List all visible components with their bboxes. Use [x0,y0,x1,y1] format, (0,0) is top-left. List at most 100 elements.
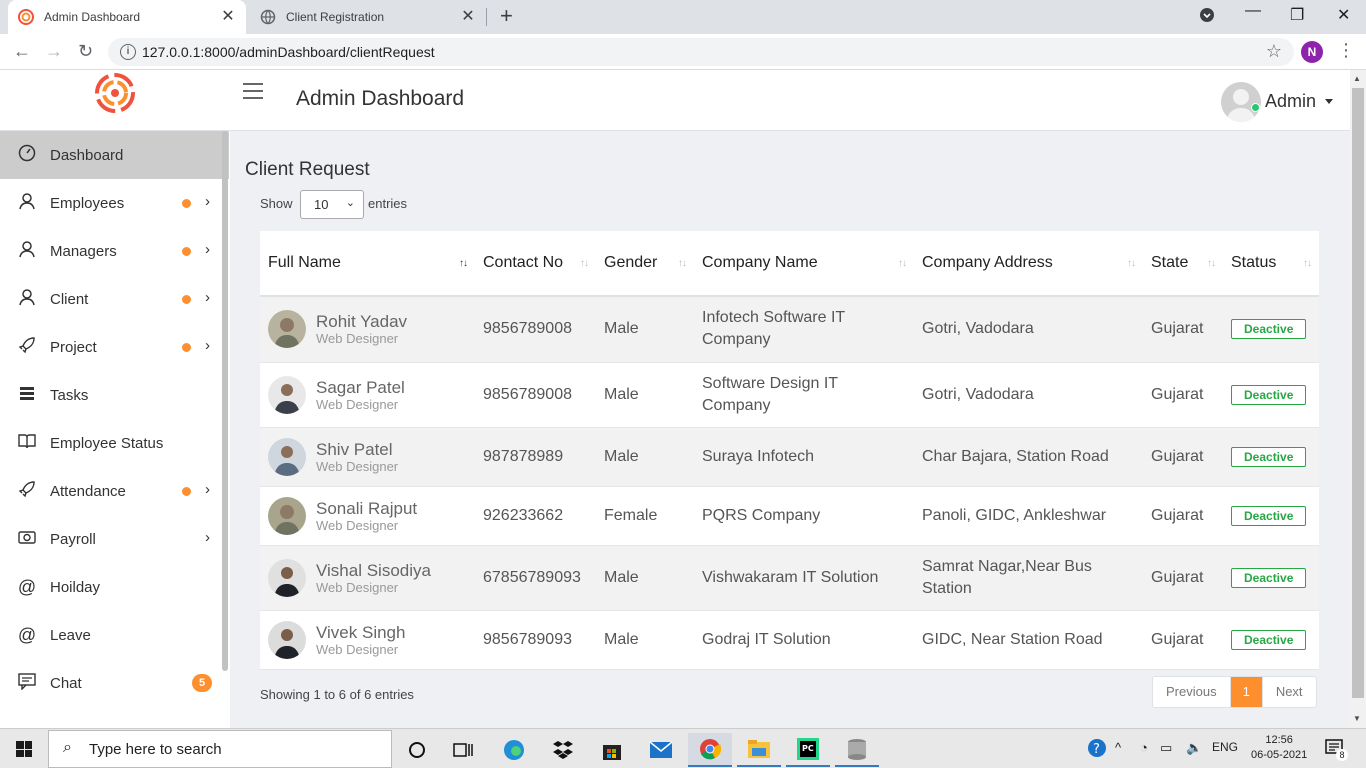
sort-icon: ↑↓ [1127,258,1136,269]
column-header-company-name[interactable]: Company Name ↑↓ [694,231,914,296]
tab-title: Client Registration [286,10,385,24]
sidebar-item-label: Attendance [50,482,126,500]
scrollbar-thumb[interactable] [1352,88,1364,698]
cell-contact: 987878989 [483,447,564,465]
restore-icon[interactable]: ❐ [1290,5,1304,25]
sort-icon: ↑↓ [1207,258,1216,269]
chat-count-badge: 5 [192,674,212,692]
chrome-icon[interactable] [688,733,732,767]
mail-icon[interactable] [639,733,683,767]
site-info-icon[interactable]: i [120,44,136,60]
svg-text:PC: PC [802,744,814,753]
help-icon[interactable]: ? [1087,738,1107,761]
back-icon[interactable]: ← [13,42,31,60]
cell-status: Deactive [1223,427,1319,486]
tab-search-icon[interactable] [1200,8,1214,27]
file-explorer-icon[interactable] [737,733,781,767]
status-badge[interactable]: Deactive [1231,567,1307,588]
at-icon: @ [17,576,37,597]
tab-client-registration[interactable]: Client Registration ✕ [250,0,486,34]
chevron-right-icon: › [205,289,210,306]
sidebar-item-chat[interactable]: Chat 5 [0,659,229,707]
sidebar-item-employees[interactable]: Employees › [0,179,229,227]
previous-button[interactable]: Previous [1153,677,1231,707]
pycharm-icon[interactable]: PC [786,733,830,767]
caret-down-icon[interactable] [1325,99,1333,104]
status-badge[interactable]: Deactive [1231,446,1307,467]
windows-start-icon[interactable] [16,741,32,757]
database-icon[interactable] [835,733,879,767]
column-header-full-name[interactable]: Full Name ↑↓ [260,231,475,296]
column-header-status[interactable]: Status ↑↓ [1223,231,1319,296]
tab-admin-dashboard[interactable]: Admin Dashboard ✕ [8,0,246,34]
close-icon[interactable]: ✕ [460,9,476,25]
reload-icon[interactable]: ↻ [78,42,93,60]
close-icon[interactable]: ✕ [220,9,236,25]
volume-icon[interactable]: 🔈 [1186,740,1202,756]
sidebar-item-leave[interactable]: @ Leave [0,611,229,659]
browser-menu-icon[interactable]: ⋮ [1337,40,1355,61]
page-1-button[interactable]: 1 [1230,677,1262,707]
sidebar-item-tasks[interactable]: Tasks [0,371,229,419]
dropbox-icon[interactable] [541,733,585,767]
window-close-icon[interactable]: ✕ [1337,5,1350,25]
sidebar-item-employee-status[interactable]: Employee Status [0,419,229,467]
edge-icon[interactable] [492,733,536,767]
scroll-down-icon[interactable]: ▼ [1353,714,1361,723]
sidebar-item-hoilday[interactable]: @ Hoilday [0,563,229,611]
client-avatar [268,620,306,659]
table-info: Showing 1 to 6 of 6 entries [260,687,414,702]
menu-toggle-icon[interactable] [243,78,263,104]
sidebar-item-dashboard[interactable]: Dashboard [0,131,229,179]
minimize-icon[interactable]: — [1245,2,1261,20]
sidebar-item-label: Payroll [50,530,96,548]
column-header-contact-no[interactable]: Contact No ↑↓ [475,231,596,296]
battery-icon[interactable]: ▭ [1160,740,1172,756]
next-button[interactable]: Next [1261,677,1316,707]
tab-separator [486,8,487,26]
store-icon[interactable] [590,733,634,767]
entries-select[interactable]: 10 ⌄ [300,190,364,219]
page-scrollbar[interactable]: ▲ ▼ [1350,70,1366,728]
cell-address: Char Bajara, Station Road [922,447,1109,465]
task-view-icon[interactable] [441,733,485,767]
status-badge[interactable]: Deactive [1231,505,1307,526]
new-tab-icon[interactable]: + [500,5,513,27]
cortana-icon[interactable] [395,733,439,767]
sidebar-item-project[interactable]: Project › [0,323,229,371]
taskbar-search-input[interactable]: ⌕ Type here to search [48,730,392,768]
brand-logo[interactable] [94,72,136,114]
sidebar-item-managers[interactable]: Managers › [0,227,229,275]
table-row: Shiv Patel Web Designer 987878989 Male Su… [260,427,1319,486]
scroll-up-icon[interactable]: ▲ [1353,74,1361,83]
status-badge[interactable]: Deactive [1231,629,1307,650]
column-header-company-address[interactable]: Company Address ↑↓ [914,231,1143,296]
column-header-gender[interactable]: Gender ↑↓ [596,231,694,296]
sidebar-scrollbar[interactable] [222,131,228,671]
main-content: Client Request Show 10 ⌄ entries Full Na… [230,131,1350,728]
client-role: Web Designer [316,396,399,412]
language-indicator[interactable]: ENG [1212,740,1238,754]
admin-avatar[interactable] [1221,82,1261,122]
forward-icon[interactable]: → [45,42,63,60]
sidebar-item-payroll[interactable]: Payroll › [0,515,229,563]
rocket-icon [0,480,50,503]
chevron-right-icon: › [205,241,210,258]
wifi-icon[interactable]: ◔ [1140,740,1148,755]
column-header-state[interactable]: State ↑↓ [1143,231,1223,296]
sidebar-item-client[interactable]: Client › [0,275,229,323]
client-name: Vishal Sisodiya [316,560,431,580]
bookmark-star-icon[interactable]: ☆ [1266,41,1282,62]
sidebar-item-label: Tasks [50,386,89,404]
chevron-up-icon[interactable]: ^ [1115,740,1121,755]
status-badge[interactable]: Deactive [1231,319,1307,340]
at-icon: @ [17,624,37,645]
clock[interactable]: 12:56 06-05-2021 [1251,733,1307,763]
user-icon [0,288,50,311]
status-badge[interactable]: Deactive [1231,384,1307,405]
address-bar[interactable]: i 127.0.0.1:8000/adminDashboard/clientRe… [108,38,1294,66]
profile-avatar[interactable]: N [1301,41,1323,63]
search-icon: ⌕ [63,739,72,756]
sidebar-item-attendance[interactable]: Attendance › [0,467,229,515]
admin-user-menu[interactable]: Admin [1265,91,1316,112]
